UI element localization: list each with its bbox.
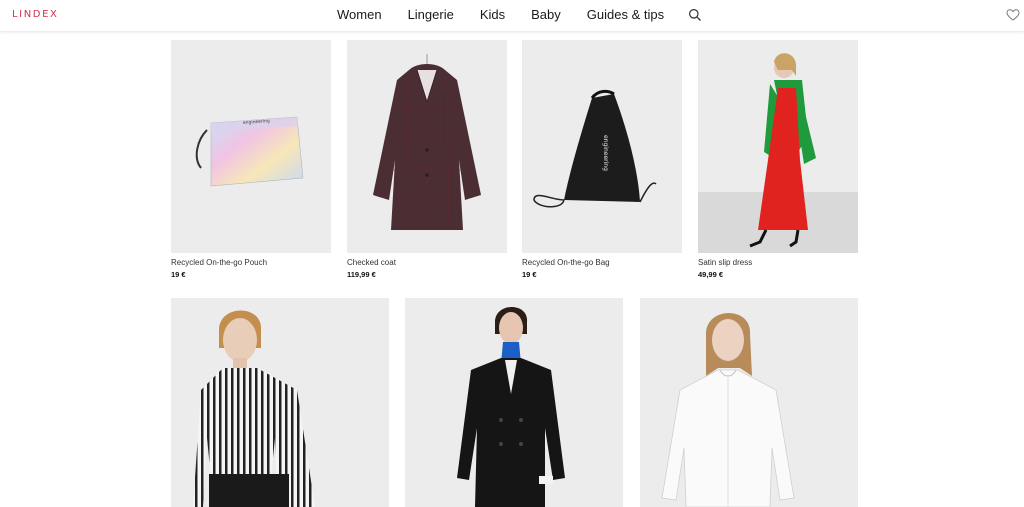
product-card[interactable]: engineering Recycled On-the-go Bag 19 € bbox=[522, 40, 682, 280]
nav-item-lingerie[interactable]: Lingerie bbox=[408, 7, 454, 22]
product-price: 49,99 € bbox=[698, 270, 724, 279]
nav-item-kids[interactable]: Kids bbox=[480, 7, 505, 22]
product-image-bag[interactable]: engineering bbox=[522, 40, 682, 253]
main-nav: Women Lingerie Kids Baby Guides & tips bbox=[337, 7, 664, 22]
product-price: 119,99 € bbox=[347, 270, 376, 279]
product-name[interactable]: Satin slip dress bbox=[698, 258, 858, 268]
product-name[interactable]: Recycled On-the-go Pouch bbox=[171, 258, 331, 268]
product-image-white-blouse[interactable] bbox=[640, 298, 858, 507]
svg-text:engineering: engineering bbox=[602, 135, 609, 171]
site-header: LINDEX Women Lingerie Kids Baby Guides &… bbox=[0, 0, 1024, 31]
nav-item-guides-tips[interactable]: Guides & tips bbox=[587, 7, 664, 22]
product-card[interactable]: engineering Recycled On-the-go Pouch 19 … bbox=[171, 40, 331, 280]
product-image-striped-shirt[interactable] bbox=[171, 298, 389, 507]
product-image-satin-dress[interactable] bbox=[698, 40, 858, 253]
nav-item-baby[interactable]: Baby bbox=[531, 7, 561, 22]
search-icon[interactable] bbox=[688, 8, 702, 22]
product-card[interactable]: Checked coat 119,99 € bbox=[347, 40, 507, 280]
product-image-black-coat[interactable] bbox=[405, 298, 623, 507]
product-card[interactable] bbox=[640, 298, 858, 507]
lindex-logo[interactable]: LINDEX bbox=[12, 9, 58, 20]
product-card[interactable] bbox=[405, 298, 623, 507]
product-image-pouch[interactable]: engineering bbox=[171, 40, 331, 253]
product-card[interactable] bbox=[171, 298, 389, 507]
heart-icon[interactable] bbox=[1006, 8, 1020, 22]
product-name[interactable]: Checked coat bbox=[347, 258, 507, 268]
product-price: 19 € bbox=[522, 270, 537, 279]
nav-item-women[interactable]: Women bbox=[337, 7, 382, 22]
product-price: 19 € bbox=[171, 270, 186, 279]
product-image-checked-coat[interactable] bbox=[347, 40, 507, 253]
product-name[interactable]: Recycled On-the-go Bag bbox=[522, 258, 682, 268]
product-card[interactable]: Satin slip dress 49,99 € bbox=[698, 40, 858, 280]
